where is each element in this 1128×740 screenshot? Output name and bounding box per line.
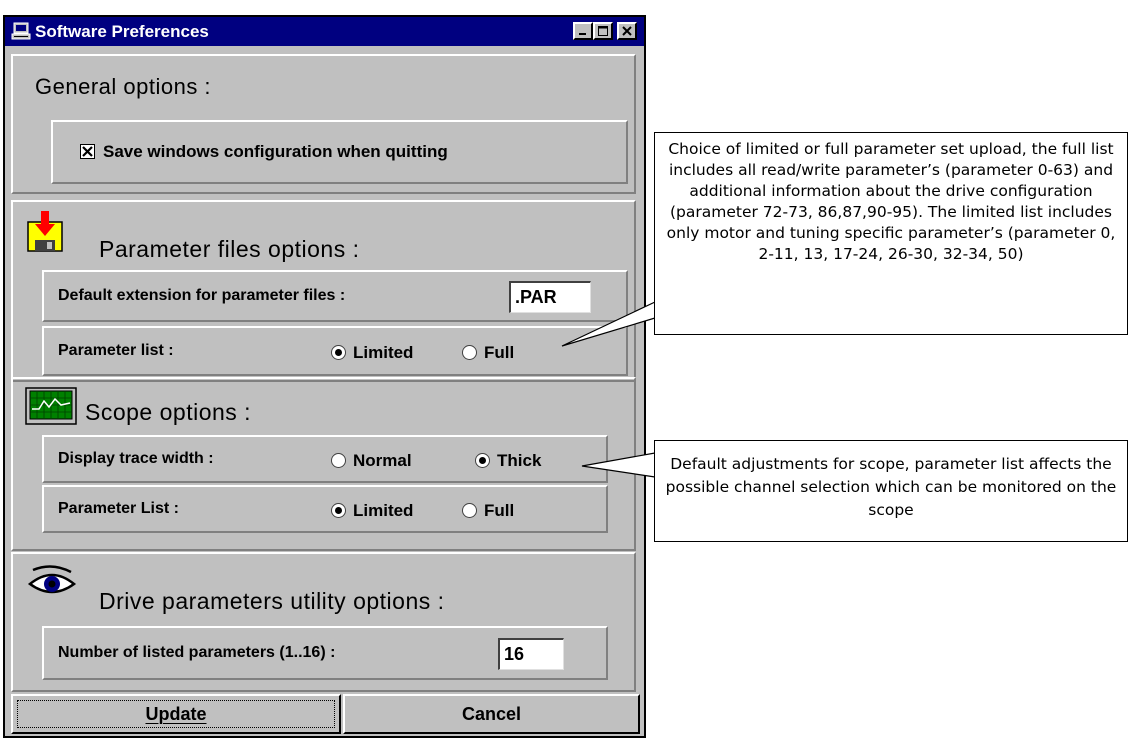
parameter-list-callout: Choice of limited or full parameter set … [654, 132, 1128, 335]
callout-pointer-parameter-list [561, 301, 656, 347]
scope-callout: Default adjustments for scope, parameter… [654, 440, 1128, 542]
callout-pointers [561, 301, 656, 478]
callout-pointer-scope [581, 452, 656, 478]
